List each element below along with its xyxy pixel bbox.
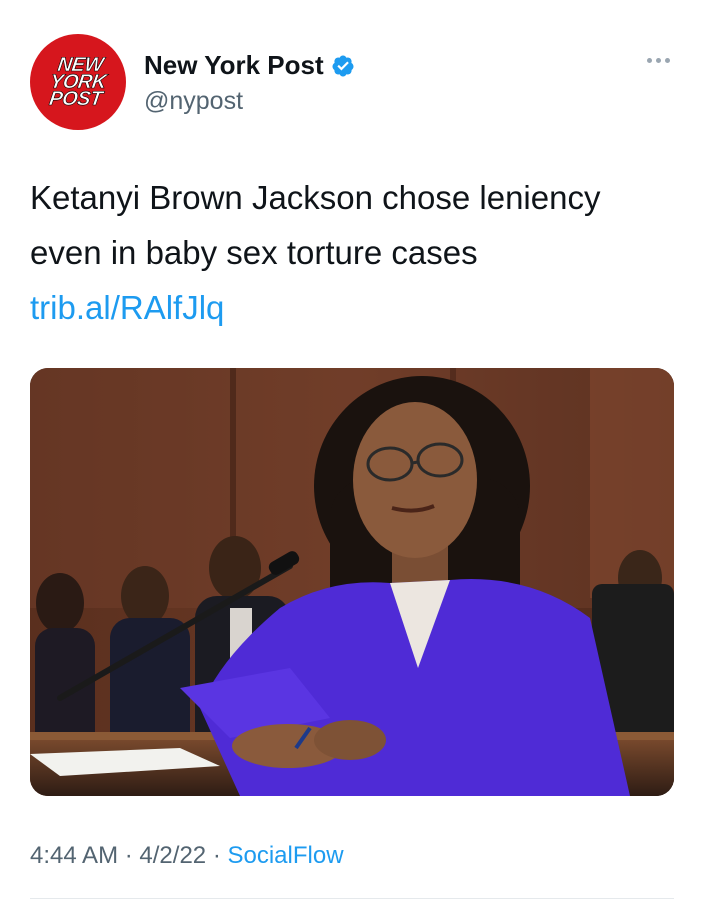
divider [30, 898, 674, 899]
name-row: New York Post [144, 50, 355, 81]
tweet-source-link[interactable]: SocialFlow [227, 842, 343, 869]
tweet-header: New York Post @nypost [144, 50, 355, 116]
display-name[interactable]: New York Post [144, 50, 324, 81]
avatar-logo: NEW YORK POST [47, 53, 108, 110]
tweet-time[interactable]: 4:44 AM [30, 842, 118, 869]
tweet-meta: 4:44 AM · 4/2/22 · SocialFlow [30, 842, 344, 870]
separator: · [124, 842, 133, 869]
verified-badge-icon [332, 55, 354, 76]
tweet-body: Ketanyi Brown Jackson chose leniency eve… [30, 179, 601, 271]
tweet-media[interactable] [30, 368, 674, 796]
media-photo [30, 368, 674, 796]
handle[interactable]: @nypost [144, 87, 355, 116]
tweet-text: Ketanyi Brown Jackson chose leniency eve… [30, 170, 660, 335]
tweet-link[interactable]: trib.al/RAlfJlq [30, 289, 224, 326]
separator: · [212, 842, 221, 869]
more-options-icon[interactable] [647, 58, 670, 63]
tweet-date[interactable]: 4/2/22 [139, 842, 206, 869]
avatar[interactable]: NEW YORK POST [30, 34, 126, 130]
